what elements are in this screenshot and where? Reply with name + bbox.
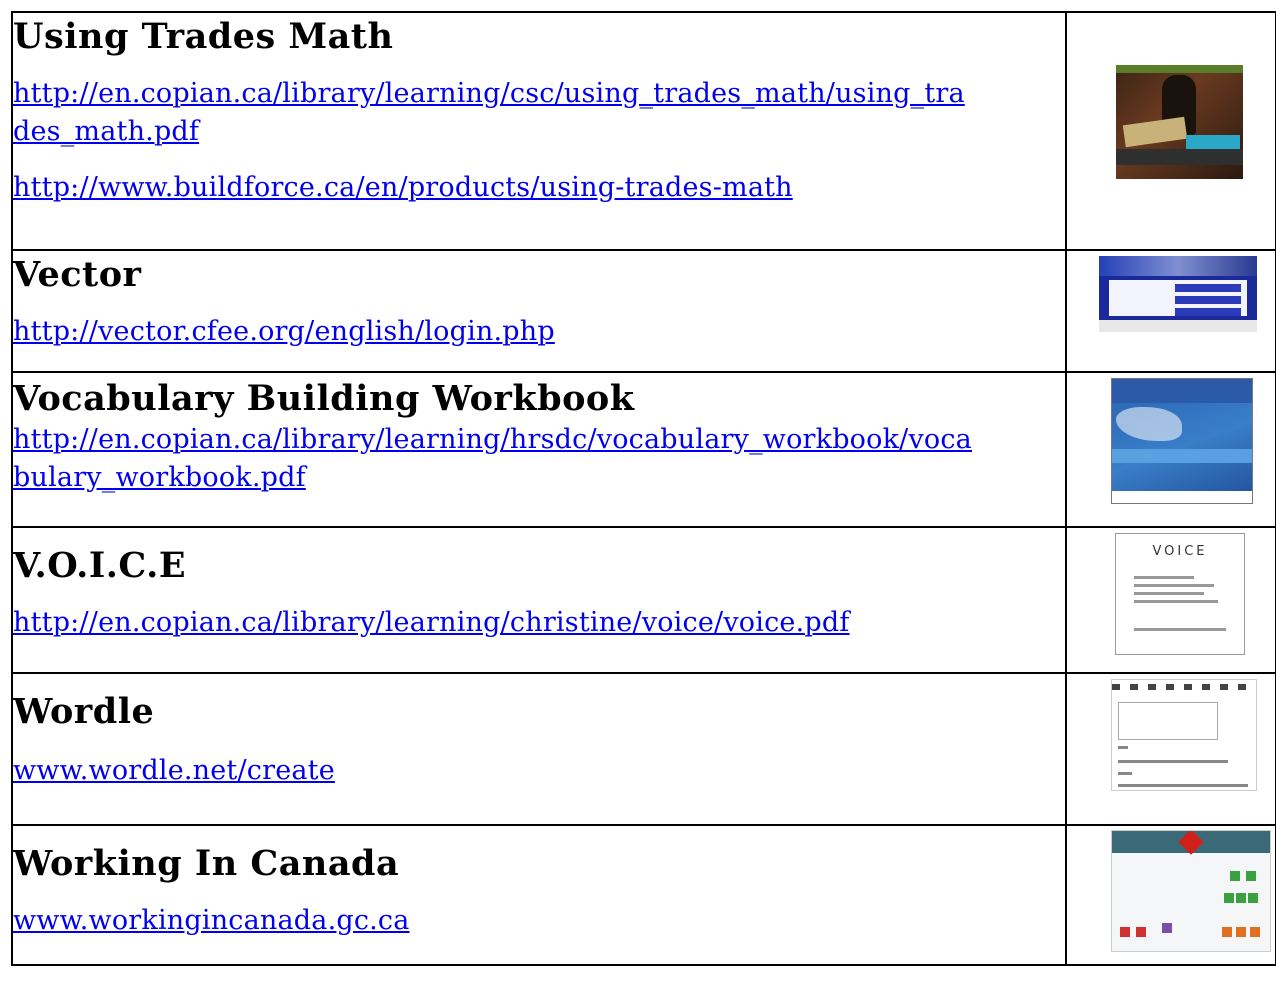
resource-link[interactable]: www.wordle.net/create	[13, 752, 1065, 790]
resource-text-cell: Wordle www.wordle.net/create	[11, 672, 1067, 826]
resource-thumbnail-cell	[1065, 11, 1276, 251]
resource-text-cell: Using Trades Math http://en.copian.ca/li…	[11, 11, 1067, 251]
resources-table: Using Trades Math http://en.copian.ca/li…	[11, 11, 1276, 966]
table-row: V.O.I.C.E http://en.copian.ca/library/le…	[11, 526, 1276, 674]
book-cover-thumbnail	[1111, 378, 1253, 504]
table-row: Wordle www.wordle.net/create	[11, 672, 1276, 826]
link-line: des_math.pdf	[13, 116, 200, 147]
website-screenshot-thumbnail	[1111, 830, 1271, 952]
resource-text-cell: Vocabulary Building Workbook http://en.c…	[11, 371, 1067, 528]
table-row: Vocabulary Building Workbook http://en.c…	[11, 371, 1276, 528]
table-row: Using Trades Math http://en.copian.ca/li…	[11, 11, 1276, 251]
link-line: http://en.copian.ca/library/learning/hrs…	[13, 424, 972, 455]
resource-thumbnail-cell	[1065, 249, 1276, 373]
resource-thumbnail-cell	[1065, 371, 1276, 528]
resource-link[interactable]: http://vector.cfee.org/english/login.php	[13, 313, 1065, 351]
book-cover-thumbnail	[1116, 65, 1243, 179]
resource-title: V.O.I.C.E	[13, 545, 187, 586]
website-screenshot-thumbnail	[1099, 256, 1257, 332]
resource-thumbnail-cell: VOICE	[1065, 526, 1276, 674]
book-cover-thumbnail: VOICE	[1115, 533, 1245, 655]
resource-link[interactable]: http://www.buildforce.ca/en/products/usi…	[13, 169, 1065, 207]
resource-thumbnail-cell	[1065, 672, 1276, 826]
resource-link[interactable]: http://en.copian.ca/library/learning/csc…	[13, 75, 1065, 151]
link-line: http://en.copian.ca/library/learning/csc…	[13, 78, 965, 109]
resource-text-cell: Working In Canada www.workingincanada.gc…	[11, 824, 1067, 966]
resource-title: Vocabulary Building Workbook	[13, 378, 635, 419]
resource-link[interactable]: http://en.copian.ca/library/learning/hrs…	[13, 421, 1065, 497]
resource-link[interactable]: http://en.copian.ca/library/learning/chr…	[13, 604, 1065, 642]
website-screenshot-thumbnail	[1111, 679, 1257, 791]
resource-text-cell: V.O.I.C.E http://en.copian.ca/library/le…	[11, 526, 1067, 674]
resource-title: Wordle	[13, 691, 155, 732]
link-line: bulary_workbook.pdf	[13, 462, 306, 493]
resource-text-cell: Vector http://vector.cfee.org/english/lo…	[11, 249, 1067, 373]
table-row: Vector http://vector.cfee.org/english/lo…	[11, 249, 1276, 373]
cover-title: VOICE	[1152, 544, 1208, 559]
resource-title: Vector	[13, 254, 142, 295]
table-row: Working In Canada www.workingincanada.gc…	[11, 824, 1276, 966]
resource-title: Working In Canada	[13, 843, 400, 884]
resource-title: Using Trades Math	[13, 16, 394, 57]
resource-thumbnail-cell	[1065, 824, 1276, 966]
resource-link[interactable]: www.workingincanada.gc.ca	[13, 902, 1065, 940]
